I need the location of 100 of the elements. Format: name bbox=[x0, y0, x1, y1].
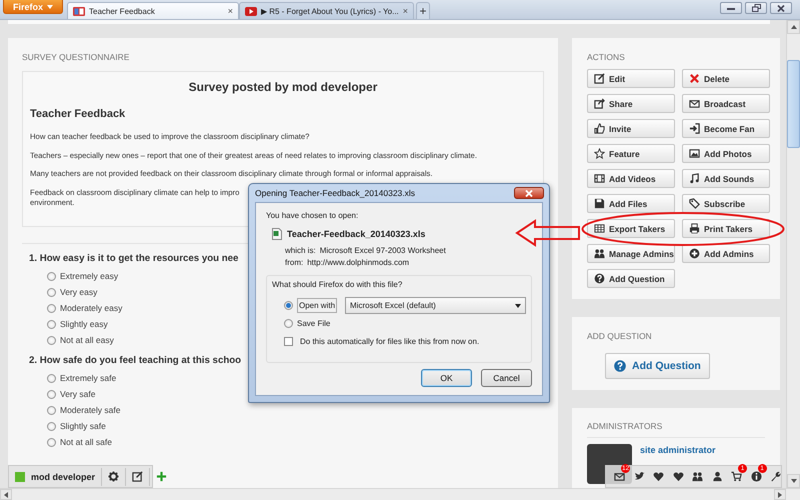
checkbox[interactable] bbox=[284, 337, 293, 346]
minimize-button[interactable] bbox=[720, 2, 742, 14]
close-tab-button[interactable]: × bbox=[402, 6, 408, 16]
heart-icon[interactable] bbox=[653, 471, 664, 482]
radio-button[interactable] bbox=[47, 390, 56, 398]
radio-button[interactable] bbox=[47, 422, 56, 430]
action-button[interactable]: Add Question bbox=[587, 269, 675, 288]
browser-tab[interactable]: ▶ R5 - Forget About You (Lyrics) - Yo... × bbox=[239, 2, 414, 19]
action-button[interactable]: Subscribe bbox=[682, 194, 770, 213]
action-button[interactable]: Broadcast bbox=[682, 94, 770, 113]
radio-button[interactable] bbox=[47, 304, 56, 312]
minimize-icon bbox=[727, 5, 735, 11]
bird-icon[interactable] bbox=[634, 471, 645, 482]
info-icon[interactable] bbox=[750, 471, 762, 482]
envelope-icon[interactable] bbox=[614, 471, 626, 482]
choice-label: Save File bbox=[297, 319, 330, 328]
question-text: 2. How safe do you feel teaching at this schoo bbox=[29, 354, 242, 368]
radio-button[interactable] bbox=[284, 301, 293, 310]
person-icon[interactable] bbox=[712, 471, 723, 482]
close-tab-button[interactable]: × bbox=[228, 6, 233, 16]
action-button[interactable]: Manage Admins bbox=[587, 244, 675, 263]
option-label: Extremely safe bbox=[60, 373, 116, 383]
action-button[interactable]: Feature bbox=[587, 144, 675, 163]
video-icon bbox=[245, 6, 257, 16]
sign-in-icon bbox=[689, 123, 700, 134]
plus-icon[interactable] bbox=[156, 471, 168, 482]
option-label: Not at all easy bbox=[60, 335, 114, 345]
close-window-button[interactable] bbox=[770, 2, 792, 14]
survey-title: Teacher Feedback bbox=[30, 107, 126, 121]
star-icon bbox=[594, 148, 605, 159]
new-tab-button[interactable]: + bbox=[416, 2, 430, 19]
people-icon[interactable] bbox=[692, 471, 704, 482]
radio-button[interactable] bbox=[47, 320, 56, 328]
dialog-title: Opening Teacher-Feedback_20140323.xls bbox=[255, 188, 416, 198]
scroll-down-button[interactable] bbox=[787, 474, 800, 488]
source-url: http://www.dolphinmods.com bbox=[307, 258, 410, 267]
action-button[interactable]: Add Files bbox=[587, 194, 675, 213]
option-label: Slightly safe bbox=[60, 421, 106, 431]
share-icon bbox=[594, 98, 605, 109]
dialog-intro: You have chosen to open: bbox=[266, 211, 360, 220]
choice-label: Open with bbox=[297, 298, 338, 313]
right-triangle-icon bbox=[778, 492, 782, 498]
add-question-button[interactable]: Add Question bbox=[605, 353, 710, 379]
envelope-icon bbox=[689, 98, 700, 109]
close-button[interactable] bbox=[514, 187, 544, 199]
up-triangle-icon bbox=[790, 25, 796, 29]
file-name: Teacher-Feedback_20140323.xls bbox=[287, 229, 426, 239]
restore-button[interactable] bbox=[745, 2, 767, 14]
action-button[interactable]: Add Admins bbox=[682, 244, 770, 263]
action-button[interactable]: Add Photos bbox=[682, 144, 770, 163]
action-button[interactable]: Print Takers bbox=[682, 219, 770, 238]
type-label: which is: bbox=[285, 246, 316, 255]
browser-tab[interactable]: Teacher Feedback × bbox=[67, 2, 239, 19]
radio-button[interactable] bbox=[284, 319, 293, 328]
tag-icon bbox=[689, 198, 700, 209]
printer-icon bbox=[689, 223, 700, 234]
arrow-annotation bbox=[515, 219, 581, 247]
radio-button[interactable] bbox=[47, 288, 56, 296]
scroll-up-button[interactable] bbox=[787, 20, 800, 34]
cancel-button[interactable]: Cancel bbox=[481, 369, 532, 387]
radio-button[interactable] bbox=[47, 272, 56, 280]
file-type: Microsoft Excel 97-2003 Worksheet bbox=[320, 246, 446, 255]
scroll-left-button[interactable] bbox=[0, 489, 12, 500]
action-button[interactable]: Add Sounds bbox=[682, 169, 770, 188]
close-icon bbox=[525, 190, 533, 196]
plus-circle-icon bbox=[689, 248, 700, 259]
admin-link[interactable]: site administrator bbox=[640, 445, 716, 455]
action-button[interactable]: Share bbox=[587, 94, 675, 113]
pencil-icon bbox=[594, 73, 605, 84]
checkbox-label: Do this automatically for files like this from now on. bbox=[300, 337, 480, 346]
restore-icon bbox=[752, 4, 760, 12]
close-icon bbox=[777, 4, 785, 12]
caret-icon bbox=[47, 4, 53, 8]
option-label: Very easy bbox=[60, 287, 98, 297]
application-dropdown[interactable]: Microsoft Excel (default) bbox=[345, 297, 526, 314]
user-name[interactable]: mod developer bbox=[31, 472, 96, 482]
cart-icon[interactable] bbox=[731, 471, 742, 482]
action-button[interactable]: Export Takers bbox=[587, 219, 675, 238]
scroll-right-button[interactable] bbox=[774, 489, 786, 500]
scrollbar-thumb[interactable] bbox=[787, 60, 800, 148]
ok-button[interactable]: OK bbox=[421, 369, 472, 387]
action-button[interactable]: Add Videos bbox=[587, 169, 675, 188]
action-button[interactable]: Delete bbox=[682, 69, 770, 88]
table-icon bbox=[594, 223, 605, 234]
gear-icon[interactable] bbox=[108, 471, 120, 482]
section-label: ADD QUESTION bbox=[587, 331, 653, 341]
wrench-icon[interactable] bbox=[770, 471, 782, 482]
left-triangle-icon bbox=[4, 492, 8, 498]
radio-button[interactable] bbox=[47, 336, 56, 344]
heart-icon[interactable] bbox=[672, 471, 684, 482]
radio-button[interactable] bbox=[47, 438, 56, 446]
action-button[interactable]: Invite bbox=[587, 119, 675, 138]
action-button[interactable]: Edit bbox=[587, 69, 675, 88]
action-button[interactable]: Become Fan bbox=[682, 119, 770, 138]
radio-button[interactable] bbox=[47, 406, 56, 414]
edit-icon[interactable] bbox=[132, 471, 144, 482]
down-triangle-icon bbox=[790, 479, 796, 483]
status-icon bbox=[15, 472, 25, 482]
survey-heading: Survey posted by mod developer bbox=[188, 79, 378, 95]
radio-button[interactable] bbox=[47, 374, 56, 382]
